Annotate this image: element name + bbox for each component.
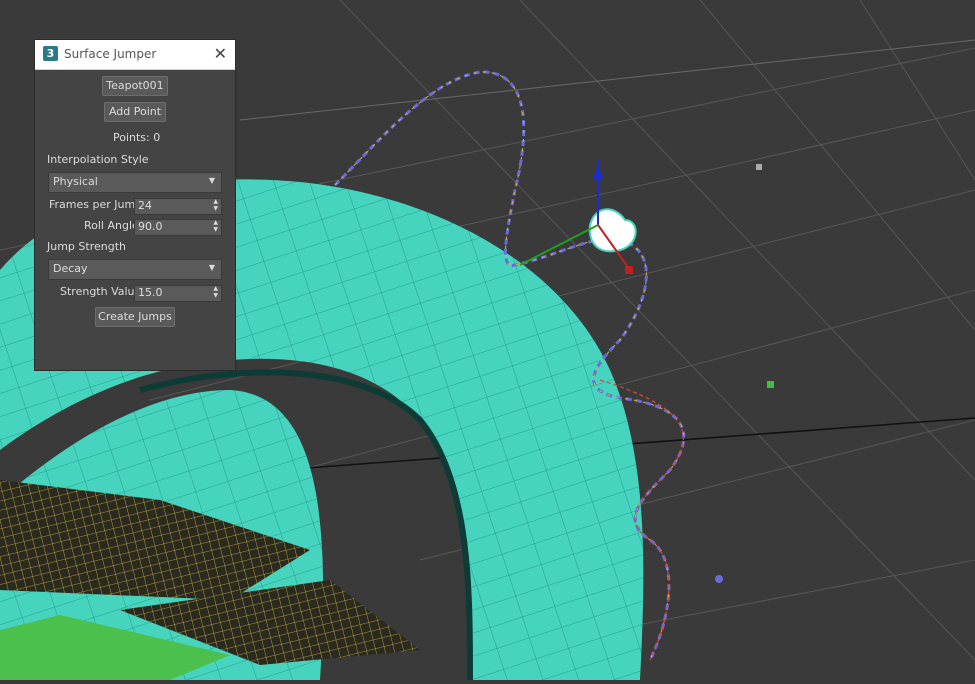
jump-strength-dropdown[interactable]: Decay ▼ [48, 259, 222, 280]
create-jumps-button[interactable]: Create Jumps [95, 307, 175, 327]
interpolation-style-dropdown[interactable]: Physical ▼ [48, 172, 222, 193]
jump-strength-heading: Jump Strength [47, 240, 126, 253]
strength-value-value: 15.0 [138, 286, 163, 299]
app-logo-icon: 3 [43, 46, 58, 61]
surface-jumper-dialog: 3 Surface Jumper ✕ Teapot001 Add Point P… [35, 40, 235, 370]
chevron-down-icon: ▼ [208, 176, 215, 185]
roll-angle-spinner[interactable]: 90.0 ▲ ▼ [134, 219, 222, 236]
helper-point [756, 164, 762, 170]
close-icon[interactable]: ✕ [214, 44, 227, 64]
chevron-down-icon: ▼ [208, 263, 215, 272]
pick-object-button[interactable]: Teapot001 [102, 76, 168, 96]
frames-per-jump-value: 24 [138, 199, 152, 212]
teapot-object [519, 160, 637, 274]
helper-point [767, 381, 774, 388]
spinner-arrows-icon[interactable]: ▲ ▼ [213, 198, 218, 212]
spinner-arrows-icon[interactable]: ▲ ▼ [213, 285, 218, 299]
helper-point [715, 575, 723, 583]
jump-strength-value: Decay [53, 262, 88, 275]
roll-angle-label: Roll Angle [84, 219, 139, 232]
dialog-title: Surface Jumper [64, 47, 157, 61]
interpolation-style-heading: Interpolation Style [47, 153, 149, 166]
interpolation-style-value: Physical [53, 175, 98, 188]
frames-per-jump-spinner[interactable]: 24 ▲ ▼ [134, 198, 222, 215]
points-count-label: Points: 0 [113, 131, 161, 144]
strength-value-label: Strength Value [60, 285, 142, 298]
roll-angle-value: 90.0 [138, 220, 163, 233]
strength-value-spinner[interactable]: 15.0 ▲ ▼ [134, 285, 222, 302]
frames-per-jump-label: Frames per Jump [49, 198, 143, 211]
spinner-arrows-icon[interactable]: ▲ ▼ [213, 219, 218, 233]
dialog-titlebar[interactable]: 3 Surface Jumper ✕ [35, 40, 235, 70]
add-point-button[interactable]: Add Point [104, 102, 166, 122]
